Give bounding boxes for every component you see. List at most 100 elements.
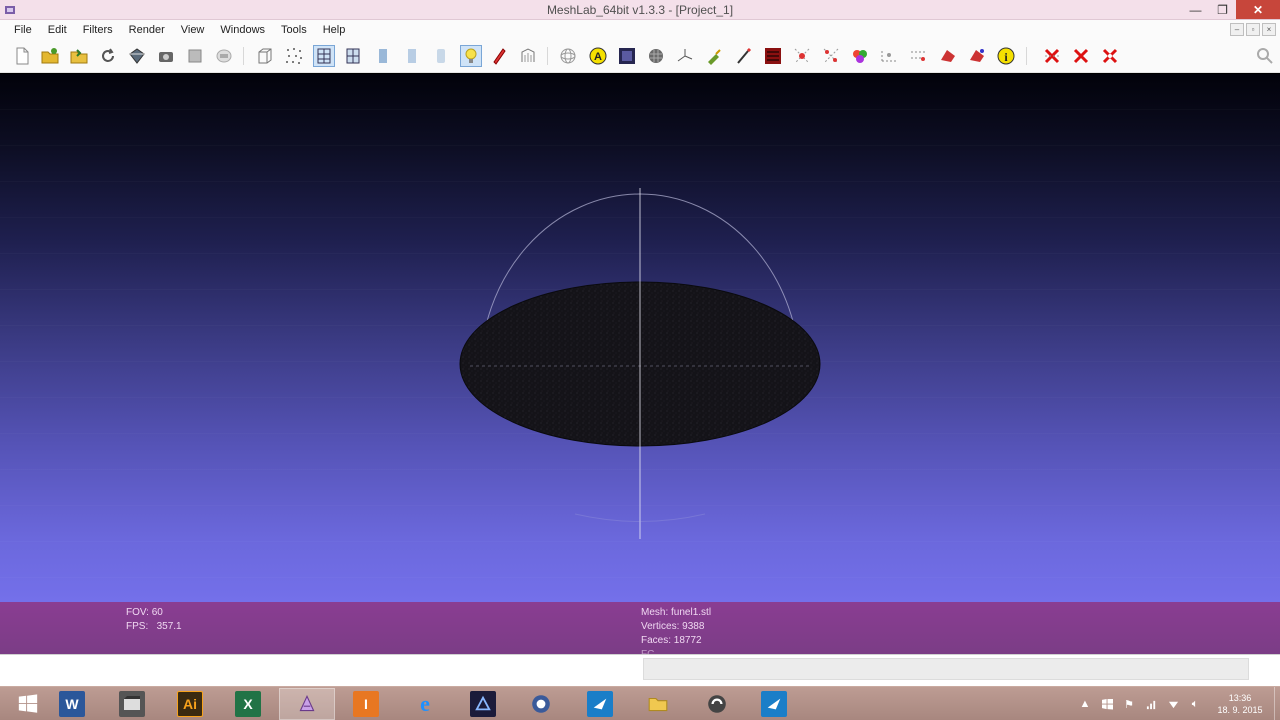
faces-text: Faces: 18772 <box>641 635 702 646</box>
select-vertices-icon[interactable] <box>791 45 813 67</box>
inventor-glyph: I <box>353 691 379 717</box>
word-icon[interactable]: W <box>44 688 100 720</box>
sketch-app-icon[interactable] <box>572 688 628 720</box>
settings-app-icon[interactable] <box>513 688 569 720</box>
light-on-off-icon[interactable] <box>460 45 482 67</box>
menu-view[interactable]: View <box>173 24 213 36</box>
open-project-icon[interactable] <box>39 45 61 67</box>
mdi-restore-button[interactable]: ▫ <box>1246 23 1260 36</box>
bounding-box-icon[interactable] <box>254 45 276 67</box>
color-mesh-icon[interactable] <box>849 45 871 67</box>
axis-icon[interactable] <box>674 45 696 67</box>
show-hidden-icons-icon[interactable]: ▲ <box>1074 693 1096 715</box>
maximize-button[interactable]: ❐ <box>1209 0 1236 19</box>
info-icon[interactable]: i <box>995 45 1017 67</box>
menu-tools[interactable]: Tools <box>273 24 315 36</box>
close-button[interactable]: ✕ <box>1236 0 1280 19</box>
scene-canvas[interactable] <box>0 74 1280 602</box>
title-bar: MeshLab_64bit v1.3.3 - [Project_1] — ❐ ✕ <box>0 0 1280 20</box>
excel-icon[interactable]: X <box>220 688 276 720</box>
manipulator-icon[interactable] <box>937 45 959 67</box>
import-mesh-icon[interactable] <box>68 45 90 67</box>
menu-bar: File Edit Filters Render View Windows To… <box>0 20 1280 40</box>
photoshop-icon[interactable] <box>455 688 511 720</box>
clock-time: 13:36 <box>1228 693 1252 703</box>
annotation-icon[interactable]: A <box>587 45 609 67</box>
fov-text: FOV: 60 <box>126 607 163 618</box>
3d-viewport[interactable] <box>0 74 1280 602</box>
pick-points-icon[interactable] <box>966 45 988 67</box>
log-area[interactable] <box>643 658 1249 680</box>
meshlab-icon[interactable] <box>279 688 335 720</box>
illustrator-icon[interactable]: Ai <box>162 688 218 720</box>
camera-info: FOV: 60 FPS: 357.1 <box>126 606 182 634</box>
delete-faces-icon[interactable] <box>1041 45 1063 67</box>
media-app-icon[interactable] <box>689 688 745 720</box>
measure-icon[interactable] <box>878 45 900 67</box>
double-side-light-icon[interactable] <box>488 45 510 67</box>
fps-label: FPS: <box>126 621 149 632</box>
reload-icon[interactable] <box>97 45 119 67</box>
smooth-icon[interactable] <box>430 45 452 67</box>
select-connected-icon[interactable] <box>820 45 842 67</box>
menu-windows[interactable]: Windows <box>212 24 273 36</box>
clock-date: 18. 9. 2015 <box>1217 705 1263 715</box>
trackball-icon[interactable] <box>557 45 579 67</box>
minimize-button[interactable]: — <box>1182 0 1209 19</box>
vertices-text: Vertices: 9388 <box>641 621 705 632</box>
hidden-lines-icon[interactable] <box>342 45 364 67</box>
excel-glyph: X <box>235 691 261 717</box>
menu-render[interactable]: Render <box>121 24 173 36</box>
network-icon[interactable] <box>1140 693 1162 715</box>
new-project-icon[interactable] <box>11 45 33 67</box>
info-bar: FOV: 60 FPS: 357.1 Mesh: funel1.stl Vert… <box>0 602 1280 660</box>
snapshot-icon[interactable] <box>155 45 177 67</box>
windows-taskbar: W Ai X I e ▲ ⚑ 🔈︎ 13:36 18. 9. 2015 <box>0 686 1280 720</box>
show-layers-icon[interactable] <box>616 45 638 67</box>
mdi-close-button[interactable]: × <box>1262 23 1276 36</box>
wireframe-icon[interactable] <box>313 45 335 67</box>
disabled-render-icon[interactable] <box>213 45 235 67</box>
main-toolbar: A i <box>0 40 1280 73</box>
delete-selection-icon[interactable] <box>1099 45 1121 67</box>
flat-lines-icon[interactable] <box>372 45 394 67</box>
menu-edit[interactable]: Edit <box>40 24 75 36</box>
layer-icon[interactable] <box>184 45 206 67</box>
fancy-lighting-icon[interactable] <box>517 45 539 67</box>
svg-text:A: A <box>594 51 602 63</box>
illustrator-glyph: Ai <box>177 691 203 717</box>
action-center-flag-icon[interactable]: ⚑ <box>1118 693 1140 715</box>
menu-help[interactable]: Help <box>315 24 354 36</box>
flat-icon[interactable] <box>401 45 423 67</box>
log-panel <box>0 654 1280 686</box>
points-icon[interactable] <box>283 45 305 67</box>
wifi-icon[interactable] <box>1162 693 1184 715</box>
clock[interactable]: 13:36 18. 9. 2015 <box>1206 692 1274 716</box>
sketch-app-2-icon[interactable] <box>746 688 802 720</box>
mdi-minimize-button[interactable]: – <box>1230 23 1244 36</box>
menu-file[interactable]: File <box>6 24 40 36</box>
show-desktop-button[interactable] <box>1274 687 1280 720</box>
ie-glyph: e <box>420 691 430 716</box>
internet-explorer-icon[interactable]: e <box>397 688 453 720</box>
paint-icon[interactable] <box>703 45 725 67</box>
inventor-icon[interactable]: I <box>338 688 394 720</box>
movie-maker-icon[interactable] <box>104 688 160 720</box>
window-title: MeshLab_64bit v1.3.3 - [Project_1] <box>546 3 734 17</box>
volume-icon[interactable]: 🔈︎ <box>1184 693 1206 715</box>
fps-row: FPS: 357.1 <box>126 620 182 634</box>
select-faces-icon[interactable] <box>762 45 784 67</box>
texture-icon[interactable] <box>645 45 667 67</box>
export-mesh-icon[interactable] <box>126 45 148 67</box>
fps-value: 357.1 <box>156 621 182 632</box>
file-explorer-icon[interactable] <box>630 688 686 720</box>
delete-vertices-icon[interactable] <box>1070 45 1092 67</box>
system-tray: ▲ ⚑ 🔈︎ 13:36 18. 9. 2015 <box>1074 687 1280 720</box>
menu-filters[interactable]: Filters <box>75 24 121 36</box>
align-icon[interactable] <box>907 45 929 67</box>
word-glyph: W <box>59 691 85 717</box>
brush-icon[interactable] <box>733 45 755 67</box>
mesh-name-text: Mesh: funel1.stl <box>641 607 712 618</box>
magnifier-icon[interactable] <box>1254 45 1276 67</box>
windows-flag-icon[interactable] <box>1096 693 1118 715</box>
